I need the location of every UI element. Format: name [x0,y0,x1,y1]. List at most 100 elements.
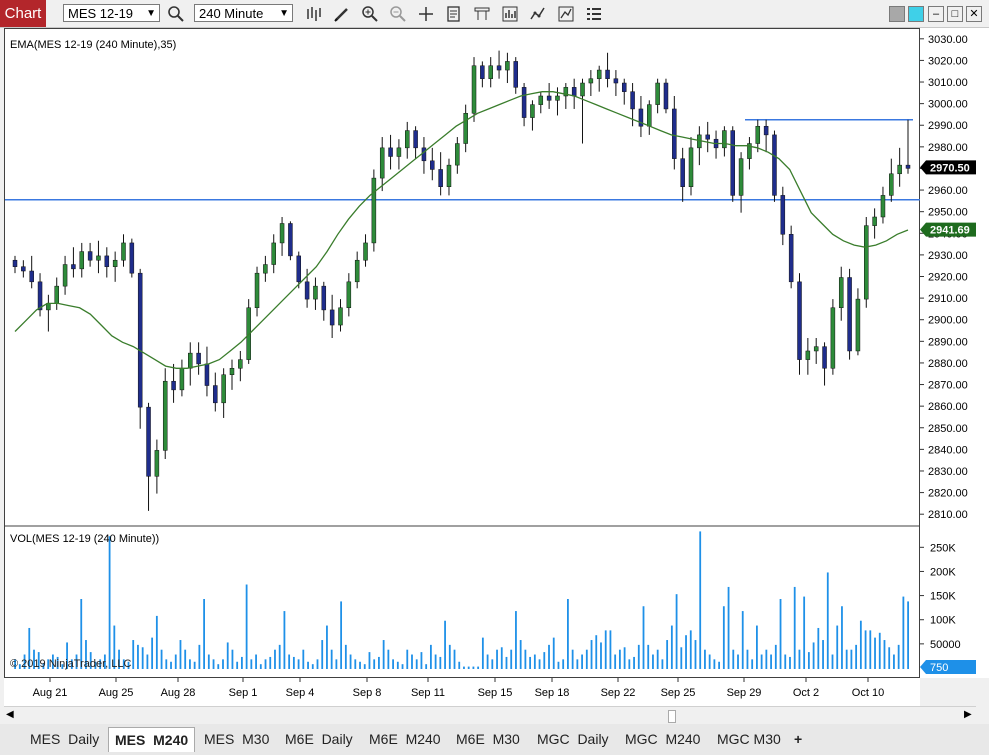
chevron-down-icon: ▼ [279,8,289,19]
tab-m6e-m240[interactable]: M6E M240 [363,727,447,751]
volume-bar [765,649,768,669]
volume-bar [529,656,532,669]
candle-body [763,125,769,136]
tab-mes-daily[interactable]: MES Daily [24,727,105,751]
volume-bar [316,659,319,669]
candle-body [755,125,761,144]
interval-selector[interactable]: 240 Minute ▼ [194,4,293,22]
tab-mes-m30[interactable]: MES M30 [198,727,275,751]
candle-body [254,272,260,309]
candle-body [221,374,226,404]
volume-indicator-label: VOL(MES 12-19 (240 Minute)) [10,533,160,545]
volume-bar [189,659,191,669]
instrument-selector[interactable]: MES 12-19 ▼ [63,4,160,22]
tab-mgc-daily[interactable]: MGC Daily [531,727,615,751]
time-axis[interactable]: Aug 21 Aug 25 Aug 28 Sep 1 Sep 4 Sep 8 Sep 11 S… [4,678,920,706]
candle-body [680,158,685,187]
chart-style-icon[interactable] [556,4,576,24]
volume-bar [779,599,782,669]
volume-bar [859,620,862,669]
candle-body [438,169,443,187]
tab-m6e-daily[interactable]: M6E Daily [279,727,359,751]
link-color-gray-button[interactable] [889,6,905,22]
close-button[interactable]: ✕ [966,6,982,22]
chart-canvas[interactable] [5,29,921,679]
search-icon[interactable] [166,4,186,24]
templates-icon[interactable] [472,4,492,24]
properties-icon[interactable] [584,4,604,24]
volume-bar [255,654,257,669]
volume-bar [411,654,413,669]
price-axis[interactable]: 3030.00 3020.00 3010.00 3000.00 2990.00 2980.… [920,28,989,678]
volume-tick-label: 150K [930,591,956,603]
chart-panel[interactable]: EMA(MES 12-19 (240 Minute),35) VOL(MES 1… [4,28,921,679]
volume-bar [401,664,404,669]
volume-bar [562,659,565,669]
horizontal-scrollbar[interactable]: ◀ ▶ [4,706,976,725]
volume-bar [137,644,139,669]
time-tick-label: Sep 11 [411,687,445,699]
data-box-icon[interactable] [444,4,464,24]
price-tick-label: 2830.00 [928,466,968,478]
volume-bar [510,649,513,669]
add-tab-button[interactable]: + [788,727,808,751]
indicators-icon[interactable] [528,4,548,24]
candle-body [505,61,510,71]
volume-bar [623,647,626,669]
bars-type-icon[interactable] [304,4,324,24]
candle-body [62,264,68,287]
scroll-left-icon[interactable]: ◀ [6,709,14,720]
volume-bar [373,659,376,669]
volume-bar [642,606,645,669]
strategies-icon[interactable] [500,4,520,24]
minimize-button[interactable]: – [928,6,944,22]
candle-body [738,158,744,196]
volume-bar [756,625,758,669]
maximize-button[interactable]: □ [947,6,963,22]
scroll-right-icon[interactable]: ▶ [964,709,972,720]
candle-body [388,147,393,157]
candle-body [880,195,886,218]
zoom-out-icon[interactable] [388,4,408,24]
candle-body [421,147,427,162]
volume-bar [429,644,432,669]
volume-bar [344,644,347,669]
candle-body [822,346,827,369]
volume-bar [826,572,829,669]
volume-bar [259,664,262,669]
volume-bar [656,649,659,669]
volume-bar [415,659,418,669]
volume-bar [604,630,607,669]
candle-body [463,113,468,144]
volume-bar [392,659,394,669]
volume-bar [864,630,867,669]
candle-body [229,368,235,375]
candle-body [46,303,51,311]
volume-bar [439,656,442,669]
link-color-cyan-button[interactable] [908,6,924,22]
draw-pencil-icon[interactable] [332,4,352,24]
volume-bar [595,635,598,669]
volume-bar [236,661,239,669]
scrollbar-thumb[interactable] [668,710,676,723]
volume-bar [831,654,834,669]
tab-mgc-m240[interactable]: MGC M240 [619,727,706,751]
time-tick-label: Sep 22 [601,687,636,699]
volume-bar [330,649,333,669]
volume-bar [207,654,210,669]
volume-tick-label: 50000 [930,639,961,651]
volume-bar [893,654,895,669]
volume-bar [321,640,324,669]
volume-bar [883,640,886,669]
tab-mgc-m30[interactable]: MGC M30 [711,727,787,751]
volume-bar [250,659,253,669]
zoom-in-icon[interactable] [360,4,380,24]
tab-mes-m240[interactable]: MES M240 [108,727,196,752]
volume-bar [751,659,754,669]
tab-m6e-m30[interactable]: M6E M30 [450,727,526,751]
volume-bar [907,601,909,669]
candle-body [379,147,385,179]
crosshair-icon[interactable] [416,4,436,24]
candle-body [538,95,544,105]
volume-bar [878,632,881,669]
